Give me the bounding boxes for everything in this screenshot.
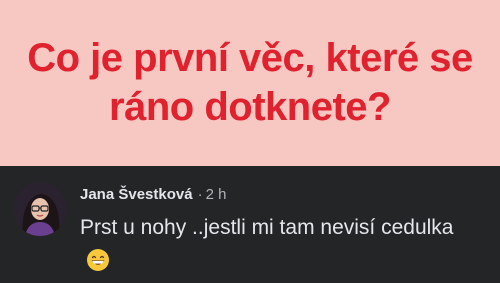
comment-body: Prst u nohy ..jestli mi tam nevisí cedul…	[80, 212, 480, 276]
comment-meta: Jana Švestková · 2 h	[80, 186, 226, 204]
comment: Jana Švestková · 2 h Prst u nohy ..jestli …	[0, 166, 500, 283]
post-image[interactable]: Co je první věc, které se ráno dotknete?	[0, 0, 500, 166]
post-headline: Co je první věc, které se ráno dotknete?	[27, 36, 473, 129]
comment-time[interactable]: 2 h	[206, 186, 227, 203]
meta-separator: ·	[197, 186, 203, 203]
avatar-photo-icon	[13, 182, 67, 236]
comment-author[interactable]: Jana Švestková	[80, 186, 193, 203]
comment-text: Prst u nohy ..jestli mi tam nevisí cedul…	[80, 216, 454, 239]
grinning-face-with-smiling-eyes-icon	[87, 249, 109, 272]
avatar[interactable]	[13, 182, 67, 236]
